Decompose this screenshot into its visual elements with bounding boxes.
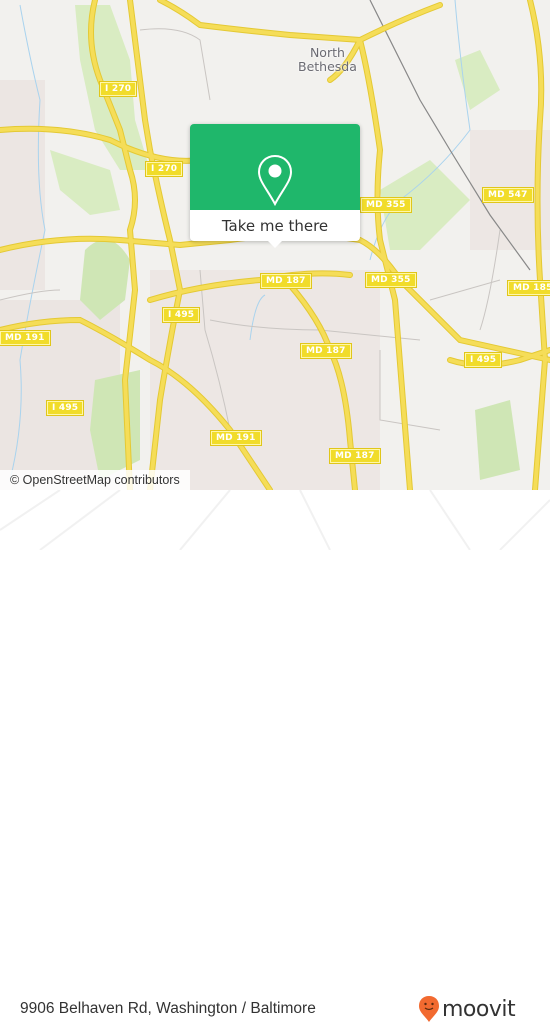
urban-area — [0, 80, 45, 290]
road-shield-md355: MD 355 — [365, 272, 417, 288]
moovit-logo[interactable]: moovit — [418, 995, 516, 1023]
road-shield-md187: MD 187 — [260, 273, 312, 289]
road-shield-i270: I 270 — [98, 81, 138, 97]
popup-header[interactable] — [190, 124, 360, 210]
road-shield-i495: I 495 — [45, 400, 85, 416]
map[interactable]: North Bethesda I 270 I 270 MD 355 MD 547… — [0, 0, 550, 490]
moovit-wordmark: moovit — [442, 996, 516, 1022]
road-shield-i270: I 270 — [144, 161, 184, 177]
road-shield-md355: MD 355 — [360, 197, 412, 213]
park — [475, 400, 520, 480]
park — [50, 150, 120, 215]
attribution[interactable]: © OpenStreetMap contributors — [0, 470, 190, 490]
road-shield-md547: MD 547 — [482, 187, 534, 203]
road-shield-md191: MD 191 — [210, 430, 262, 446]
road-shield-i495: I 495 — [161, 307, 201, 323]
place-label-north-bethesda: North Bethesda — [298, 46, 357, 74]
road-shield-md191: MD 191 — [0, 330, 51, 346]
popup-tail — [267, 240, 283, 248]
take-me-there-button[interactable]: Take me there — [190, 210, 360, 241]
moovit-pin-icon — [419, 996, 439, 1022]
map-pin-icon — [257, 154, 293, 207]
road-shield-md185: MD 185 — [507, 280, 550, 296]
place-label-line: North — [309, 45, 345, 60]
park — [90, 370, 140, 480]
take-me-there-popup[interactable]: Take me there — [190, 124, 360, 248]
road-shield-i495: I 495 — [463, 352, 503, 368]
park — [455, 50, 500, 110]
footer: 9906 Belhaven Rd, Washington / Baltimore… — [0, 490, 550, 1022]
road-shield-md187: MD 187 — [300, 343, 352, 359]
place-label-line: Bethesda — [298, 59, 357, 74]
address-text: 9906 Belhaven Rd, Washington / Baltimore — [20, 1000, 316, 1017]
footer-background-pattern — [0, 490, 550, 550]
road-shield-md187: MD 187 — [329, 448, 381, 464]
